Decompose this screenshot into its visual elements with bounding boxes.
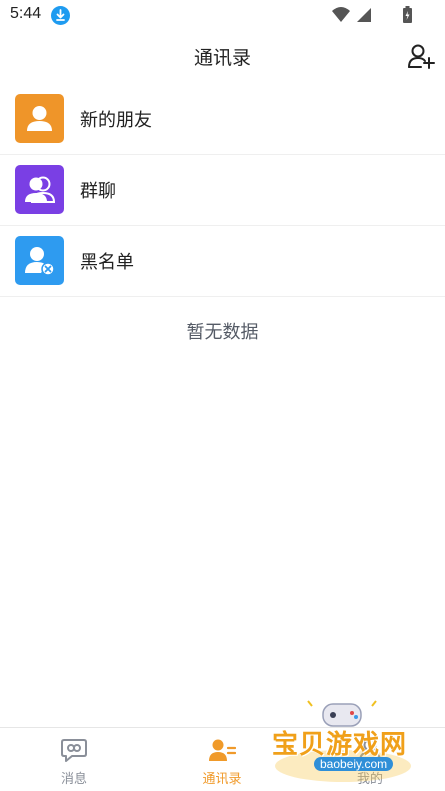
add-user-button[interactable] [407, 42, 435, 70]
list-item-label: 群聊 [80, 181, 116, 202]
status-time: 5:44 [10, 5, 42, 22]
nav-label-messages: 消息 [60, 772, 87, 787]
group-chat-icon [15, 165, 64, 214]
message-icon [60, 737, 88, 763]
status-bar: 5:44 [0, 0, 445, 30]
page-title: 通讯录 [193, 47, 251, 69]
contacts-screen: 5:44 通讯录 新的朋友 群聊 黑名单 暂无数据 消息 通讯录 我的 宝贝游戏… [0, 0, 445, 791]
watermark-url: baobeiy.com [314, 757, 394, 771]
nav-tab-messages[interactable]: 消息 [0, 728, 148, 791]
list-item-blacklist[interactable]: 黑名单 [0, 226, 445, 297]
empty-state-text: 暂无数据 [186, 322, 259, 343]
list-item-new-friends[interactable]: 新的朋友 [0, 84, 445, 155]
list-item-label: 黑名单 [80, 252, 134, 273]
header: 通讯录 [0, 30, 445, 82]
watermark: 宝贝游戏网 baobeiy.com [268, 696, 418, 788]
wifi-icon [332, 7, 350, 22]
watermark-text: 宝贝游戏网 [272, 730, 408, 760]
add-user-icon [408, 44, 435, 69]
list-item-label: 新的朋友 [80, 110, 152, 131]
status-icons [330, 5, 415, 25]
list-item-group-chat[interactable]: 群聊 [0, 155, 445, 226]
blacklist-icon [15, 236, 64, 285]
contact-list: 新的朋友 群聊 黑名单 [0, 84, 445, 297]
download-icon [51, 6, 70, 25]
battery-icon [403, 6, 412, 23]
signal-icon [357, 8, 371, 22]
new-friend-icon [15, 94, 64, 143]
contacts-icon [208, 737, 237, 763]
